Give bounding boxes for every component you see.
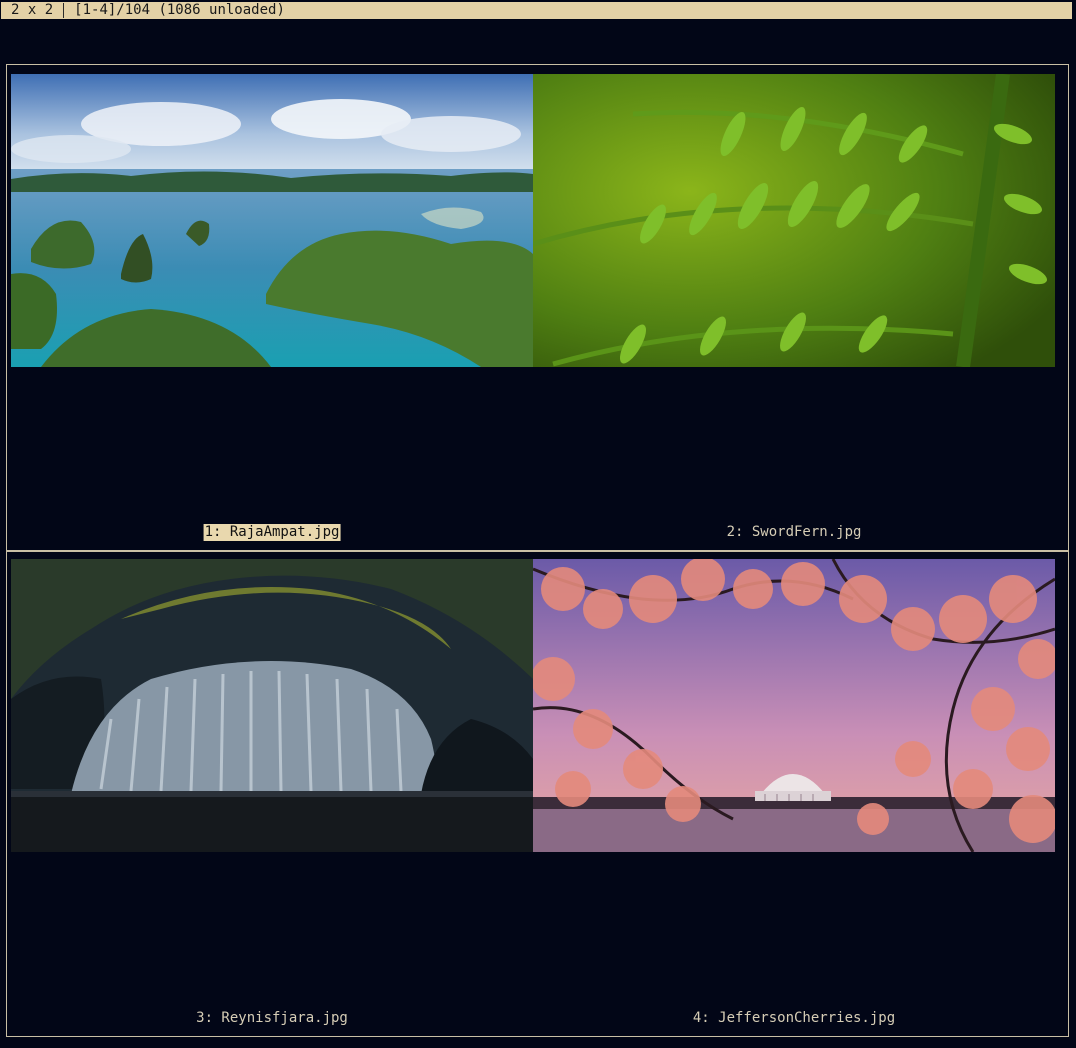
tropical-islands-image xyxy=(11,74,533,367)
thumbnail-caption-1[interactable]: 1: RajaAmpat.jpg xyxy=(203,524,341,541)
thumbnail-reynisfjara[interactable] xyxy=(11,559,533,852)
thumbnail-jeffersoncherries[interactable] xyxy=(533,559,1055,852)
status-bar: 2 x 2 [1-4]/104 (1086 unloaded) xyxy=(1,2,1072,19)
thumbnail-caption-2[interactable]: 2: SwordFern.jpg xyxy=(727,524,862,541)
thumbnail-rajaampat[interactable] xyxy=(11,74,533,367)
thumbnail-swordfern[interactable] xyxy=(533,74,1055,367)
image-range-indicator: [1-4]/104 (1086 unloaded) xyxy=(74,2,285,18)
cherry-blossom-image xyxy=(533,559,1055,852)
basalt-cave-image xyxy=(11,559,533,852)
fern-leaf-image xyxy=(533,74,1055,367)
grid-layout-indicator: 2 x 2 xyxy=(11,2,54,18)
thumbnail-caption-4[interactable]: 4: JeffersonCherries.jpg xyxy=(693,1010,895,1027)
thumbnail-caption-3[interactable]: 3: Reynisfjara.jpg xyxy=(196,1010,348,1027)
thumbnail-grid: 1: RajaAmpat.jpg 2: SwordFern.jpg 3: Rey… xyxy=(6,64,1069,1037)
row-divider xyxy=(7,550,1068,552)
